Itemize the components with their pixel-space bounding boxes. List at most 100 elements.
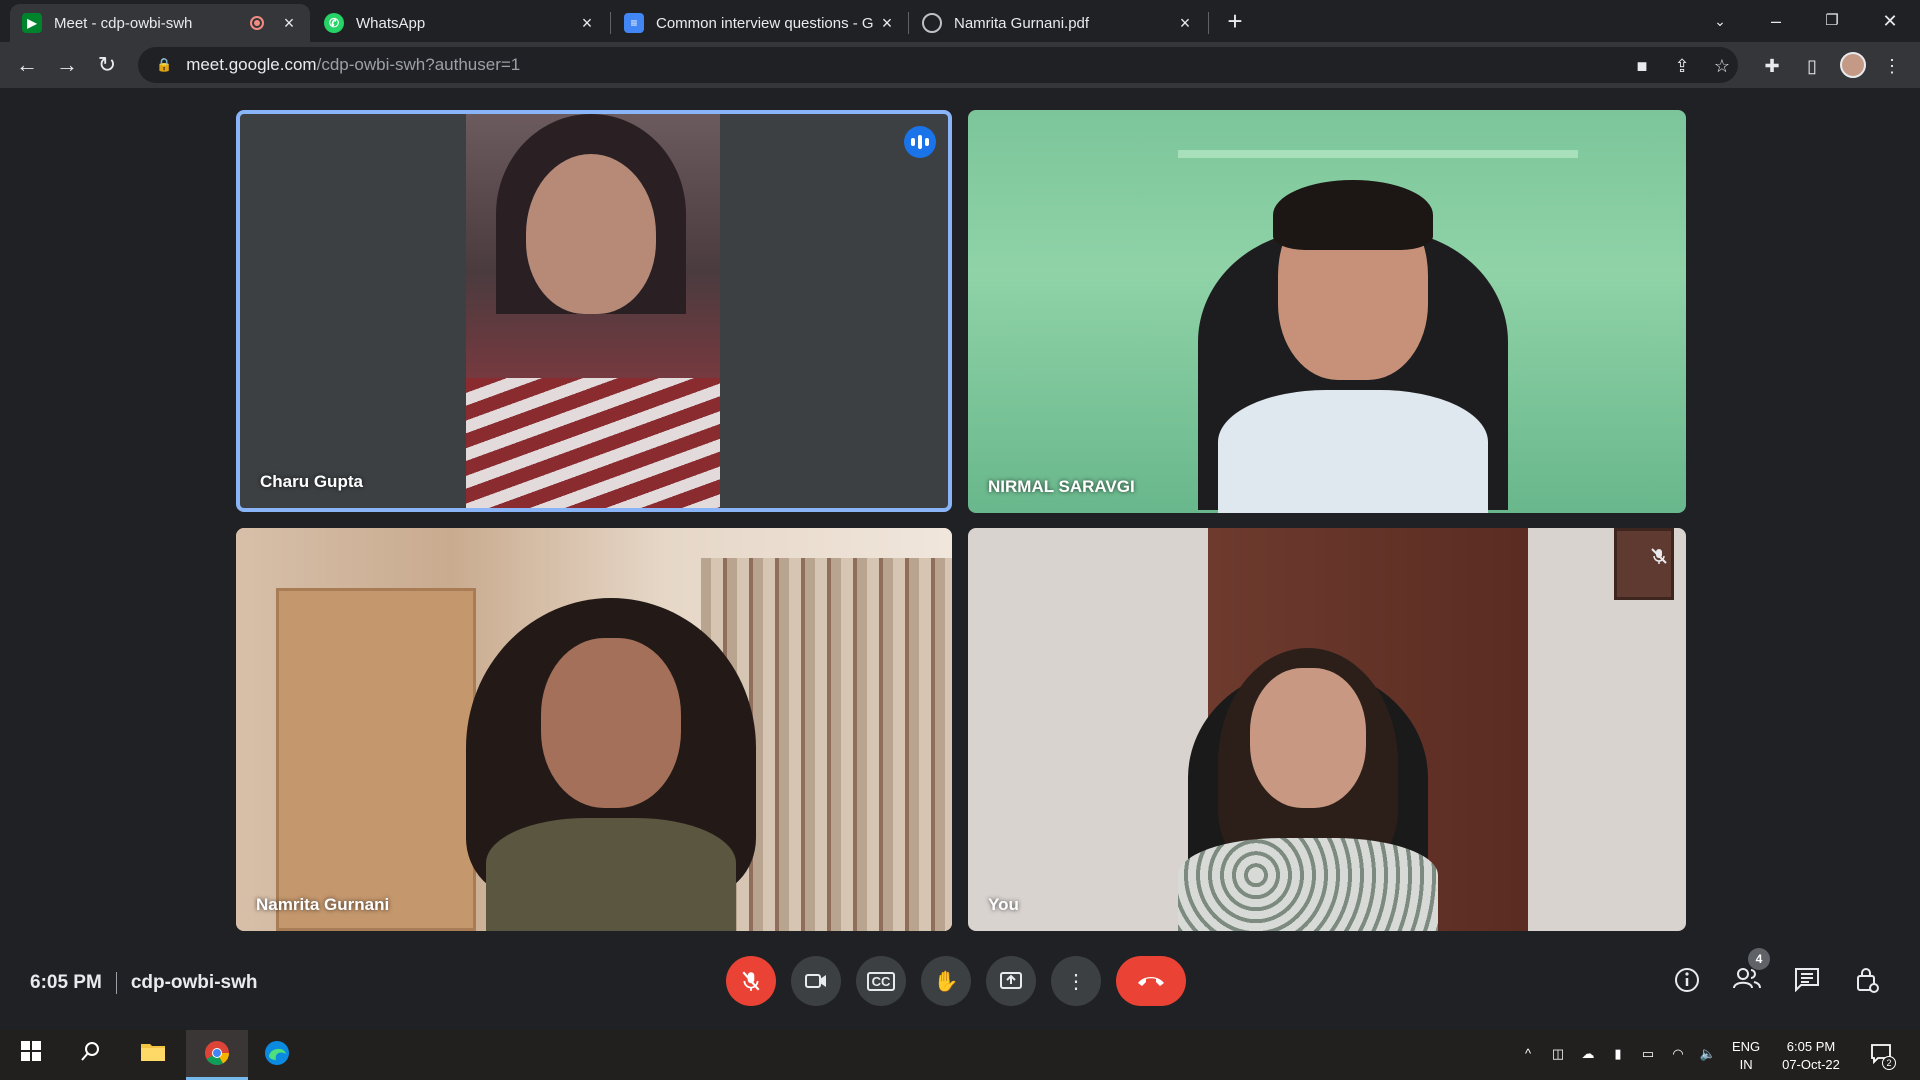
tab-separator: [1208, 12, 1209, 34]
participant-tile[interactable]: NIRMAL SARAVGI: [968, 110, 1686, 513]
info-icon: [1675, 968, 1699, 992]
close-window-button[interactable]: ✕: [1870, 6, 1910, 36]
tab-title: Common interview questions - G: [656, 14, 874, 32]
tab-separator: [908, 12, 909, 34]
participant-video: [1198, 180, 1508, 513]
end-call-icon: [1138, 977, 1164, 986]
input-language[interactable]: ENG IN: [1732, 1038, 1760, 1074]
whatsapp-icon: ✆: [324, 13, 344, 33]
tab-strip: ▶ Meet - cdp-owbi-swh × ✆ WhatsApp × ≡ C…: [0, 0, 1920, 42]
tab-title: WhatsApp: [356, 14, 426, 32]
mic-toggle-button[interactable]: [726, 956, 776, 1006]
participant-video: [466, 114, 720, 508]
minimize-button[interactable]: –: [1756, 6, 1796, 36]
url-path: /cdp-owbi-swh?authuser=1: [316, 55, 521, 74]
host-controls-icon: [1857, 968, 1879, 993]
tab-pdf[interactable]: Namrita Gurnani.pdf ×: [910, 4, 1206, 42]
captions-icon: CC: [866, 971, 896, 991]
windows-taskbar: ^ ◫ ☁ ▮ ▭ ◠ 🔈 ENG IN 6:05 PM 07-Oct-22 2: [0, 1030, 1920, 1080]
participant-tile[interactable]: Namrita Gurnani: [236, 528, 952, 931]
close-tab-icon[interactable]: ×: [280, 13, 298, 34]
camera-in-use-icon[interactable]: ■: [1630, 54, 1654, 78]
clock-time: 6:05 PM: [1786, 1039, 1836, 1054]
file-explorer-icon[interactable]: [138, 1040, 168, 1070]
address-bar[interactable]: 🔒 meet.google.com/cdp-owbi-swh?authuser=…: [138, 47, 1738, 83]
more-options-button[interactable]: ⋮: [1051, 956, 1101, 1006]
mic-muted-icon: [1648, 546, 1670, 568]
recording-icon: [250, 16, 264, 30]
participant-name: Charu Gupta: [260, 472, 363, 491]
host-controls-button[interactable]: [1852, 966, 1882, 996]
tab-meet[interactable]: ▶ Meet - cdp-owbi-swh ×: [10, 4, 310, 42]
taskbar-clock[interactable]: 6:05 PM 07-Oct-22: [1776, 1038, 1846, 1074]
meeting-time: 6:05 PM: [30, 972, 102, 994]
speaking-indicator-icon: [904, 126, 936, 158]
close-tab-icon[interactable]: ×: [1176, 13, 1194, 34]
edge-icon[interactable]: [262, 1040, 292, 1070]
lock-icon: 🔒: [156, 57, 173, 72]
clock-date: 07-Oct-22: [1782, 1057, 1840, 1072]
camera-icon: [805, 974, 826, 988]
people-count-badge: 4: [1748, 948, 1770, 970]
tab-title: Namrita Gurnani.pdf: [954, 14, 1090, 32]
meeting-info: 6:05 PM cdp-owbi-swh: [30, 972, 257, 994]
show-everyone-button[interactable]: [1732, 966, 1762, 996]
search-icon[interactable]: [76, 1040, 106, 1070]
tab-whatsapp[interactable]: ✆ WhatsApp ×: [312, 4, 608, 42]
forward-icon[interactable]: →: [52, 50, 82, 80]
captions-button[interactable]: CC: [856, 956, 906, 1006]
present-screen-button[interactable]: [986, 956, 1036, 1006]
participant-tile-self[interactable]: You: [968, 528, 1686, 931]
volume-icon[interactable]: 🔈: [1698, 1046, 1718, 1066]
region-code: IN: [1739, 1057, 1753, 1072]
windows-start-icon[interactable]: [16, 1040, 46, 1070]
close-tab-icon[interactable]: ×: [578, 13, 596, 34]
bookmark-star-icon[interactable]: ☆: [1710, 54, 1734, 78]
tray-app-icon[interactable]: ◫: [1548, 1046, 1568, 1066]
profile-avatar[interactable]: [1840, 52, 1866, 78]
new-tab-button[interactable]: +: [1220, 6, 1250, 36]
microphone-icon[interactable]: ▮: [1608, 1046, 1628, 1066]
tab-separator: [610, 12, 611, 34]
close-tab-icon[interactable]: ×: [878, 13, 896, 34]
leave-call-button[interactable]: [1116, 956, 1186, 1006]
google-docs-icon: ≡: [624, 13, 644, 33]
chat-icon: [1795, 968, 1819, 993]
meeting-controls-bar: 6:05 PM cdp-owbi-swh CC ✋ ⋮ 4: [0, 948, 1920, 1030]
tab-interview-questions[interactable]: ≡ Common interview questions - G ×: [612, 4, 908, 42]
onedrive-icon[interactable]: ☁: [1578, 1046, 1598, 1066]
share-icon[interactable]: ⇪: [1670, 54, 1694, 78]
participant-name: Namrita Gurnani: [256, 895, 390, 914]
mic-off-icon: [742, 971, 760, 991]
language-code: ENG: [1732, 1039, 1761, 1054]
chat-button[interactable]: [1792, 966, 1822, 996]
chrome-icon[interactable]: [202, 1040, 232, 1070]
show-hidden-icons-icon[interactable]: ^: [1518, 1046, 1538, 1066]
raise-hand-button[interactable]: ✋: [921, 956, 971, 1006]
meeting-details-button[interactable]: [1672, 966, 1702, 996]
more-options-icon: ⋮: [1066, 970, 1086, 993]
notification-count-badge: 2: [1882, 1056, 1896, 1070]
participant-video: [466, 598, 756, 931]
restore-button[interactable]: ❐: [1812, 6, 1852, 36]
participant-tile[interactable]: Charu Gupta: [236, 110, 952, 512]
participant-name: NIRMAL SARAVGI: [988, 477, 1135, 496]
camera-toggle-button[interactable]: [791, 956, 841, 1006]
reload-icon[interactable]: ↻: [92, 50, 122, 80]
meeting-code: cdp-owbi-swh: [130, 972, 258, 994]
present-screen-icon: [1000, 972, 1022, 989]
wifi-icon[interactable]: ◠: [1668, 1046, 1688, 1066]
side-panel-icon[interactable]: ▯: [1800, 54, 1824, 78]
extensions-icon[interactable]: ✚: [1760, 54, 1784, 78]
battery-icon[interactable]: ▭: [1638, 1046, 1658, 1066]
raise-hand-icon: ✋: [933, 970, 959, 993]
participant-name: You: [988, 895, 1019, 914]
tab-search-icon[interactable]: ⌄: [1700, 6, 1740, 36]
tab-title: Meet - cdp-owbi-swh: [54, 14, 193, 32]
globe-icon: [922, 13, 942, 33]
google-meet-icon: ▶: [22, 13, 42, 33]
back-icon[interactable]: ←: [12, 50, 42, 80]
menu-icon[interactable]: ⋮: [1880, 54, 1904, 78]
participant-video: [1178, 638, 1438, 931]
url-host: meet.google.com: [186, 55, 317, 74]
